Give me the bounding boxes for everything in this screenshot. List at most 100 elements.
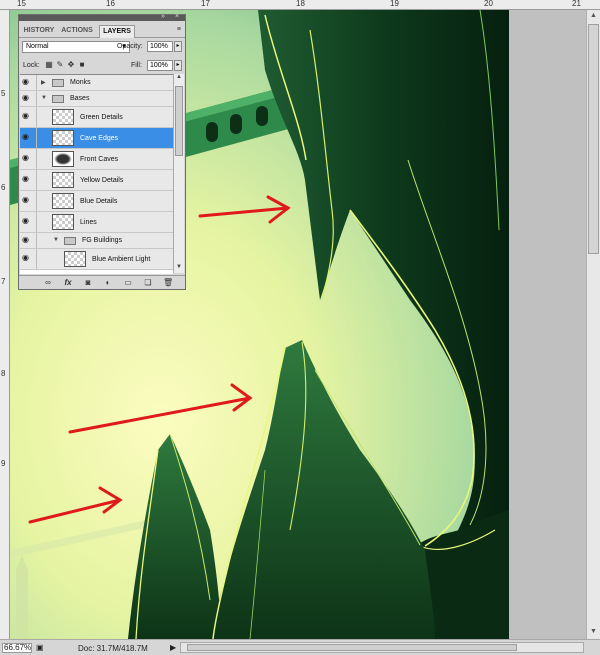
scroll-thumb[interactable]	[588, 24, 599, 254]
ruler-number: 20	[484, 0, 493, 8]
tab-layers[interactable]: LAYERS	[99, 25, 135, 38]
layer-name: Front Caves	[80, 156, 119, 163]
document-icon[interactable]: ▣	[36, 643, 44, 652]
close-icon[interactable]: ×	[175, 13, 179, 20]
layers-list: ◉ ▶ Monks ◉ ▼ Bases ◉ Green Details ◉ Ca…	[20, 74, 173, 274]
fill-field[interactable]: 100%	[147, 60, 173, 71]
layer-group-bases[interactable]: ◉ ▼ Bases	[20, 91, 173, 107]
blend-mode-value: Normal	[26, 43, 49, 50]
status-menu-icon[interactable]: ▶	[170, 643, 176, 652]
scroll-down-icon[interactable]: ▼	[587, 626, 600, 638]
layer-thumbnail	[64, 251, 86, 267]
zoom-field[interactable]: 66.67%	[2, 643, 32, 653]
collapse-icon[interactable]: »	[161, 13, 165, 20]
scroll-thumb[interactable]	[187, 644, 517, 651]
opacity-field[interactable]: 100%	[147, 41, 173, 52]
fx-icon[interactable]: fx	[63, 278, 73, 287]
ruler-number: 17	[201, 0, 210, 8]
layer-name: Blue Details	[80, 198, 118, 205]
layer-lines[interactable]: ◉ Lines	[20, 212, 173, 233]
panel-footer: ∞ fx ◙ ◐ ▭ ❏ 🗑	[19, 275, 185, 290]
trash-icon[interactable]: 🗑	[163, 278, 173, 287]
ruler-number: 5	[1, 89, 6, 98]
ruler-number: 18	[296, 0, 305, 8]
eye-icon[interactable]: ◉	[22, 196, 34, 204]
layer-name: Blue Ambient Light	[92, 256, 151, 263]
lock-image-icon[interactable]: ✎	[56, 61, 64, 69]
folder-icon	[64, 237, 76, 245]
ruler-number: 7	[1, 277, 6, 286]
eye-icon[interactable]: ◉	[22, 112, 34, 120]
horizontal-scrollbar[interactable]	[180, 642, 584, 653]
scroll-down-icon[interactable]: ▼	[174, 264, 184, 270]
eye-icon[interactable]: ◉	[22, 154, 34, 162]
ruler-number: 21	[572, 0, 581, 8]
layer-thumbnail	[52, 214, 74, 230]
chevron-down-icon[interactable]: ▼	[41, 95, 47, 101]
ruler-number: 6	[1, 183, 6, 192]
tab-actions[interactable]: ACTIONS	[59, 25, 95, 37]
panel-menu-icon[interactable]: ≡	[177, 26, 181, 33]
layer-blue-ambient-light[interactable]: ◉ Blue Ambient Light	[20, 249, 173, 270]
tab-history[interactable]: HISTORY	[22, 25, 56, 37]
layer-thumbnail	[52, 151, 74, 167]
eye-icon[interactable]: ◉	[22, 236, 34, 244]
ruler-vertical: 5 6 7 8 9	[0, 10, 10, 639]
ruler-number: 15	[17, 0, 26, 8]
lock-label: Lock:	[23, 62, 40, 69]
chevron-right-icon[interactable]: ▶	[41, 79, 46, 86]
eye-icon[interactable]: ◉	[22, 78, 34, 86]
eye-icon[interactable]: ◉	[22, 254, 34, 262]
layer-name: Monks	[70, 79, 91, 86]
layer-name: Lines	[80, 219, 97, 226]
adjustment-icon[interactable]: ◐	[103, 278, 113, 287]
fill-stepper-icon[interactable]: ▸	[174, 60, 182, 71]
ruler-number: 16	[106, 0, 115, 8]
layer-thumbnail	[52, 109, 74, 125]
layer-name: FG Buildings	[82, 237, 123, 244]
layer-thumbnail	[52, 193, 74, 209]
layer-group-fg-buildings[interactable]: ◉ ▼ FG Buildings	[20, 233, 173, 249]
layer-cave-edges[interactable]: ◉ Cave Edges	[20, 128, 173, 149]
layer-green-details[interactable]: ◉ Green Details	[20, 107, 173, 128]
doc-size: Doc: 31.7M/418.7M	[78, 644, 148, 653]
new-layer-icon[interactable]: ❏	[143, 278, 153, 287]
scroll-up-icon[interactable]: ▲	[174, 74, 184, 80]
layer-yellow-details[interactable]: ◉ Yellow Details	[20, 170, 173, 191]
folder-icon	[52, 79, 64, 87]
vertical-scrollbar[interactable]: ▲ ▼	[586, 10, 600, 639]
eye-icon[interactable]: ◉	[22, 133, 34, 141]
new-group-icon[interactable]: ▭	[123, 278, 133, 287]
ruler-number: 8	[1, 369, 6, 378]
layer-group-monks[interactable]: ◉ ▶ Monks	[20, 75, 173, 91]
layers-panel: » × HISTORY ACTIONS LAYERS ≡ Normal ▼ Op…	[18, 13, 186, 290]
layer-name: Cave Edges	[80, 135, 119, 142]
link-icon[interactable]: ∞	[43, 278, 53, 287]
panel-titlebar[interactable]: » ×	[19, 13, 185, 21]
layer-blue-details[interactable]: ◉ Blue Details	[20, 191, 173, 212]
layers-scrollbar[interactable]: ▲ ▼	[173, 74, 184, 273]
opacity-stepper-icon[interactable]: ▸	[174, 41, 182, 52]
layer-name: Green Details	[80, 114, 123, 121]
lock-all-icon[interactable]: ■	[78, 61, 86, 69]
eye-icon[interactable]: ◉	[22, 175, 34, 183]
scroll-thumb[interactable]	[175, 86, 183, 156]
layer-thumbnail	[52, 172, 74, 188]
lock-transparent-icon[interactable]: ▦	[45, 61, 53, 69]
layer-thumbnail	[52, 130, 74, 146]
eye-icon[interactable]: ◉	[22, 217, 34, 225]
panel-tabs: HISTORY ACTIONS LAYERS ≡	[19, 23, 185, 38]
layer-name: Yellow Details	[80, 177, 124, 184]
mask-icon[interactable]: ◙	[83, 278, 93, 287]
scroll-up-icon[interactable]: ▲	[587, 10, 600, 22]
fill-label: Fill:	[131, 62, 142, 69]
ruler-horizontal: 15 16 17 18 19 20 21	[0, 0, 600, 10]
status-bar: 66.67% ▣ Doc: 31.7M/418.7M ▶	[0, 639, 600, 655]
eye-icon[interactable]: ◉	[22, 94, 34, 102]
blend-mode-select[interactable]: Normal ▼	[22, 41, 130, 53]
folder-icon	[52, 95, 64, 103]
layer-front-caves[interactable]: ◉ Front Caves	[20, 149, 173, 170]
ruler-number: 9	[1, 459, 6, 468]
lock-position-icon[interactable]: ✥	[67, 61, 75, 69]
chevron-down-icon[interactable]: ▼	[53, 237, 59, 243]
